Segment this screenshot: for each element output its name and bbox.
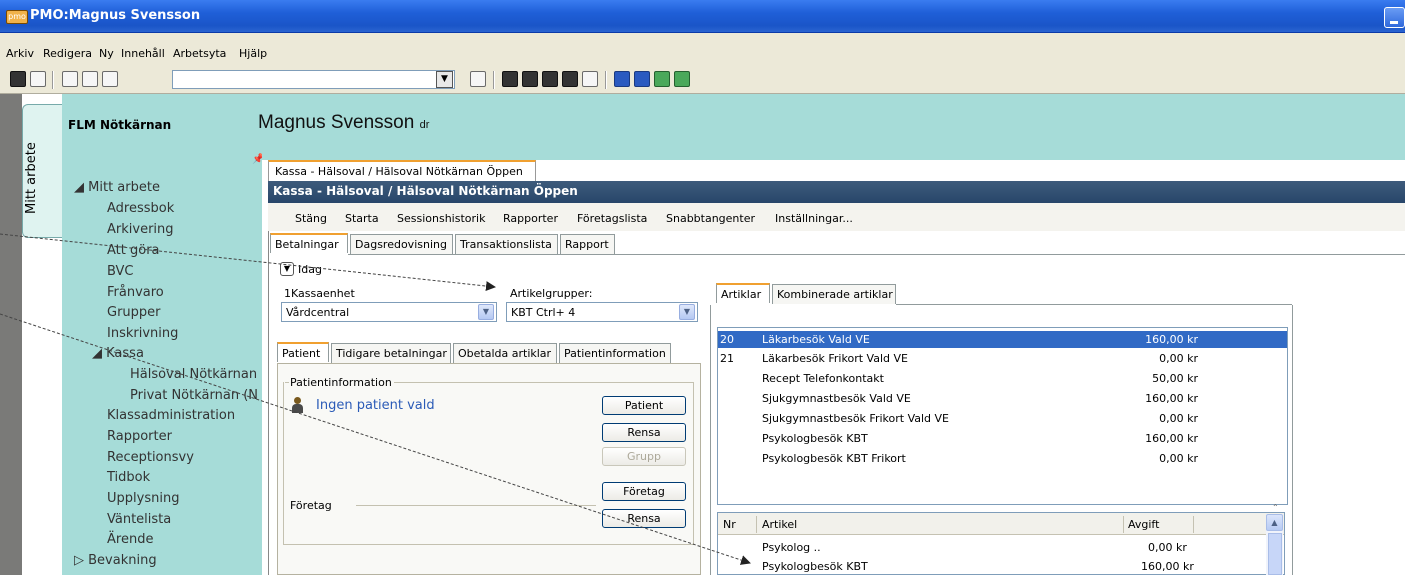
annotation-arrow (0, 313, 751, 565)
annotation-arrow (0, 233, 496, 292)
annotation-overlay (0, 233, 751, 565)
